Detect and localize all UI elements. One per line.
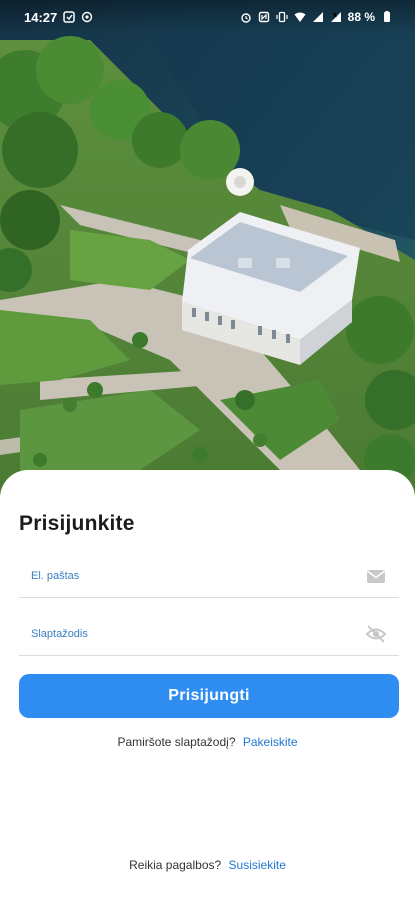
contact-link[interactable]: Susisiekite	[229, 858, 286, 872]
reset-password-link[interactable]: Pakeiskite	[243, 735, 298, 749]
status-left: 14:27	[24, 10, 93, 25]
signal-icon	[312, 12, 323, 22]
status-bar: 14:27 R 88 %	[0, 0, 415, 34]
help-row: Reikia pagalbos? Susisiekite	[0, 858, 415, 872]
wifi-icon	[294, 12, 306, 22]
vibrate-icon	[276, 11, 288, 23]
mail-icon	[367, 570, 385, 583]
email-field[interactable]	[19, 554, 399, 598]
alarm-icon	[240, 13, 251, 23]
battery-icon	[384, 11, 390, 22]
help-text: Reikia pagalbos?	[129, 858, 222, 872]
status-right: R 88 %	[240, 10, 393, 24]
signal-roaming-icon: R	[330, 12, 341, 22]
status-time: 14:27	[24, 9, 58, 25]
forgot-password-text: Pamiršote slaptažodį?	[117, 735, 236, 749]
svg-text:R: R	[333, 13, 337, 19]
eye-off-icon[interactable]	[365, 624, 387, 644]
battery-percent: 88 %	[347, 10, 375, 24]
login-card: Prisijunkite Prisijungti Pamiršote slapt…	[0, 470, 415, 900]
nfc-icon	[258, 11, 269, 23]
at-sign-icon	[82, 11, 93, 23]
forgot-password-row: Pamiršote slaptažodį? Pakeiskite	[0, 735, 415, 749]
password-field[interactable]	[19, 612, 399, 656]
password-input[interactable]	[31, 624, 341, 644]
login-title: Prisijunkite	[19, 512, 135, 535]
email-input[interactable]	[31, 566, 341, 586]
location-notification-icon	[63, 11, 75, 23]
aerial-manor-image	[0, 0, 415, 520]
login-button[interactable]: Prisijungti	[19, 674, 399, 718]
hero-image	[0, 0, 415, 520]
